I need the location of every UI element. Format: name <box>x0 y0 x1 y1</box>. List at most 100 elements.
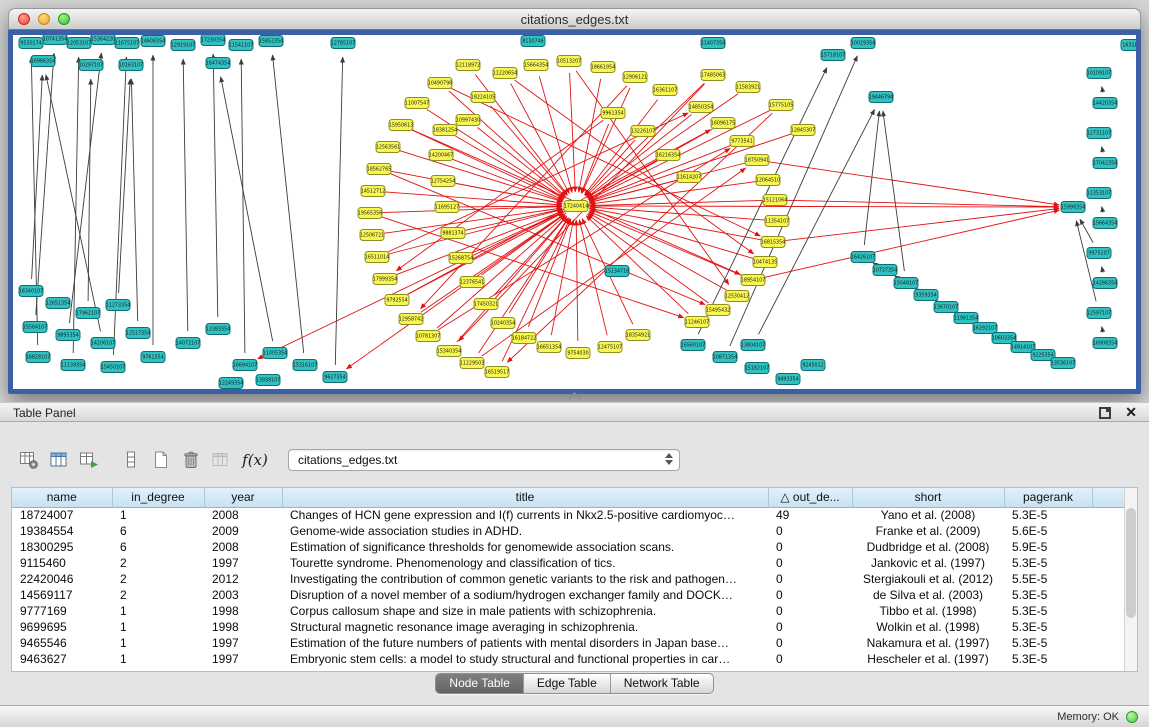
cell-short[interactable]: Hescheler et al. (1997) <box>852 651 1004 667</box>
graph-node[interactable]: 19446794 <box>869 92 893 103</box>
cell-name[interactable]: 9699695 <box>12 619 112 635</box>
graph-node[interactable]: 9493354 <box>776 374 800 385</box>
graph-node[interactable]: 18661954 <box>591 62 615 73</box>
cell-short[interactable]: Yano et al. (2008) <box>852 507 1004 523</box>
graph-node[interactable]: 11220654 <box>493 68 517 79</box>
graph-node[interactable]: 14200467 <box>429 150 453 161</box>
cell-short[interactable]: Dudbridge et al. (2008) <box>852 539 1004 555</box>
graph-node[interactable]: 10741354 <box>43 35 67 45</box>
graph-node[interactable]: 15998354 <box>1061 202 1085 213</box>
cell-year[interactable]: 1998 <box>204 603 282 619</box>
graph-node[interactable]: 12754254 <box>431 176 455 187</box>
cell-name[interactable]: 22420046 <box>12 571 112 587</box>
cell-short[interactable]: Tibbo et al. (1998) <box>852 603 1004 619</box>
cell-name[interactable]: 9465546 <box>12 635 112 651</box>
cell-pagerank[interactable]: 5.3E-5 <box>1004 587 1092 603</box>
graph-node[interactable]: 16651354 <box>537 342 561 353</box>
cell-title[interactable]: Estimation of significance thresholds fo… <box>282 539 768 555</box>
graph-node[interactable]: 18562765 <box>367 164 391 175</box>
graph-node[interactable]: 9792554 <box>385 295 409 306</box>
show-columns-icon[interactable] <box>44 447 74 473</box>
graph-node[interactable]: 15268754 <box>449 253 473 264</box>
cell-year[interactable]: 1997 <box>204 651 282 667</box>
graph-node[interactable]: 16828107 <box>26 352 50 363</box>
cell-in_degree[interactable]: 6 <box>112 523 204 539</box>
graph-node[interactable]: 11353107 <box>1087 188 1111 199</box>
network-table-selector[interactable]: citations_edges.txt <box>288 449 680 471</box>
graph-node[interactable]: 16986354 <box>31 56 55 67</box>
graph-node[interactable]: 13670107 <box>934 302 958 313</box>
graph-node[interactable]: 14850354 <box>689 102 713 113</box>
graph-node[interactable]: 18224105 <box>471 92 495 103</box>
cell-pagerank[interactable]: 5.3E-5 <box>1004 507 1092 523</box>
graph-node[interactable]: 10240354 <box>491 318 515 329</box>
cell-in_degree[interactable]: 1 <box>112 603 204 619</box>
cell-title[interactable]: Tourette syndrome. Phenomenology and cla… <box>282 555 768 571</box>
graph-node[interactable]: 12651354 <box>46 298 70 309</box>
graph-node[interactable]: 11005354 <box>263 348 287 359</box>
graph-node[interactable]: 12845307 <box>791 125 815 136</box>
cell-year[interactable]: 2012 <box>204 571 282 587</box>
graph-node[interactable]: 15364220 <box>91 35 115 45</box>
cell-title[interactable]: Changes of HCN gene expression and I(f) … <box>282 507 768 523</box>
cell-short[interactable]: Jankovic et al. (1997) <box>852 555 1004 571</box>
graph-node[interactable]: 9754030 <box>566 348 590 359</box>
graph-node[interactable]: 18954107 <box>741 275 765 286</box>
graph-node[interactable]: 14286354 <box>1093 278 1117 289</box>
cell-title[interactable]: Structural magnetic resonance image aver… <box>282 619 768 635</box>
graph-node[interactable]: 15852354 <box>259 36 283 47</box>
graph-node[interactable]: 15664354 <box>1093 218 1117 229</box>
column-header-pagerank[interactable]: pagerank <box>1004 488 1092 507</box>
table-mode-icon[interactable] <box>14 447 44 473</box>
graph-node[interactable]: 16426107 <box>851 252 875 263</box>
cell-year[interactable]: 2009 <box>204 523 282 539</box>
graph-node[interactable]: 15950613 <box>389 120 413 131</box>
graph-node[interactable]: 12249354 <box>219 378 243 389</box>
float-panel-icon[interactable] <box>1099 407 1111 419</box>
cell-out_degree[interactable]: 0 <box>768 555 852 571</box>
graph-node[interactable]: 12597107 <box>1087 308 1111 319</box>
column-header-short[interactable]: short <box>852 488 1004 507</box>
cell-in_degree[interactable]: 2 <box>112 555 204 571</box>
graph-node[interactable]: 11273354 <box>106 300 130 311</box>
cell-out_degree[interactable]: 0 <box>768 571 852 587</box>
graph-node[interactable]: 11981354 <box>954 313 978 324</box>
graph-node[interactable]: 9245012 <box>801 360 825 371</box>
graph-node[interactable]: 17485063 <box>701 70 725 81</box>
cell-title[interactable]: Genome-wide association studies in ADHD. <box>282 523 768 539</box>
graph-node[interactable]: 15340354 <box>437 346 461 357</box>
table-row[interactable]: 977716911998Corpus callosum shape and si… <box>12 603 1126 619</box>
cell-pagerank[interactable]: 5.5E-5 <box>1004 571 1092 587</box>
panel-splitter-handle[interactable] <box>565 393 583 401</box>
cell-out_degree[interactable]: 0 <box>768 635 852 651</box>
graph-node[interactable]: 16560107 <box>681 340 705 351</box>
cell-in_degree[interactable]: 6 <box>112 539 204 555</box>
graph-node[interactable]: 16292107 <box>973 323 997 334</box>
cell-year[interactable]: 1997 <box>204 635 282 651</box>
cell-short[interactable]: de Silva et al. (2003) <box>852 587 1004 603</box>
column-header-name[interactable]: name <box>12 488 112 507</box>
cell-short[interactable]: Stergiakouli et al. (2012) <box>852 571 1004 587</box>
graph-node[interactable]: 10997430 <box>456 115 480 126</box>
graph-node[interactable]: 1631812 <box>1121 40 1136 51</box>
cell-in_degree[interactable]: 2 <box>112 587 204 603</box>
graph-node[interactable]: 12383354 <box>206 324 230 335</box>
cell-name[interactable]: 18300295 <box>12 539 112 555</box>
cell-name[interactable]: 9115460 <box>12 555 112 571</box>
graph-node[interactable]: 10781307 <box>416 331 440 342</box>
cell-year[interactable]: 1997 <box>204 555 282 571</box>
graph-node[interactable]: 12475107 <box>598 342 622 353</box>
graph-node[interactable]: 16216354 <box>656 150 680 161</box>
cell-short[interactable]: Nakamura et al. (1997) <box>852 635 1004 651</box>
table-scrollbar-thumb[interactable] <box>1126 508 1136 618</box>
graph-node[interactable]: 16694107 <box>233 360 257 371</box>
cell-short[interactable]: Franke et al. (2009) <box>852 523 1004 539</box>
graph-node[interactable]: 10871354 <box>713 352 737 363</box>
column-header-in_degree[interactable]: in_degree <box>112 488 204 507</box>
graph-node[interactable]: 9881374 <box>441 228 465 239</box>
cell-pagerank[interactable]: 5.9E-5 <box>1004 539 1092 555</box>
graph-node[interactable]: 9773541 <box>730 136 754 147</box>
graph-node[interactable]: 17240414 <box>564 201 588 212</box>
graph-node[interactable]: 11229503 <box>460 358 484 369</box>
cell-pagerank[interactable]: 5.3E-5 <box>1004 619 1092 635</box>
